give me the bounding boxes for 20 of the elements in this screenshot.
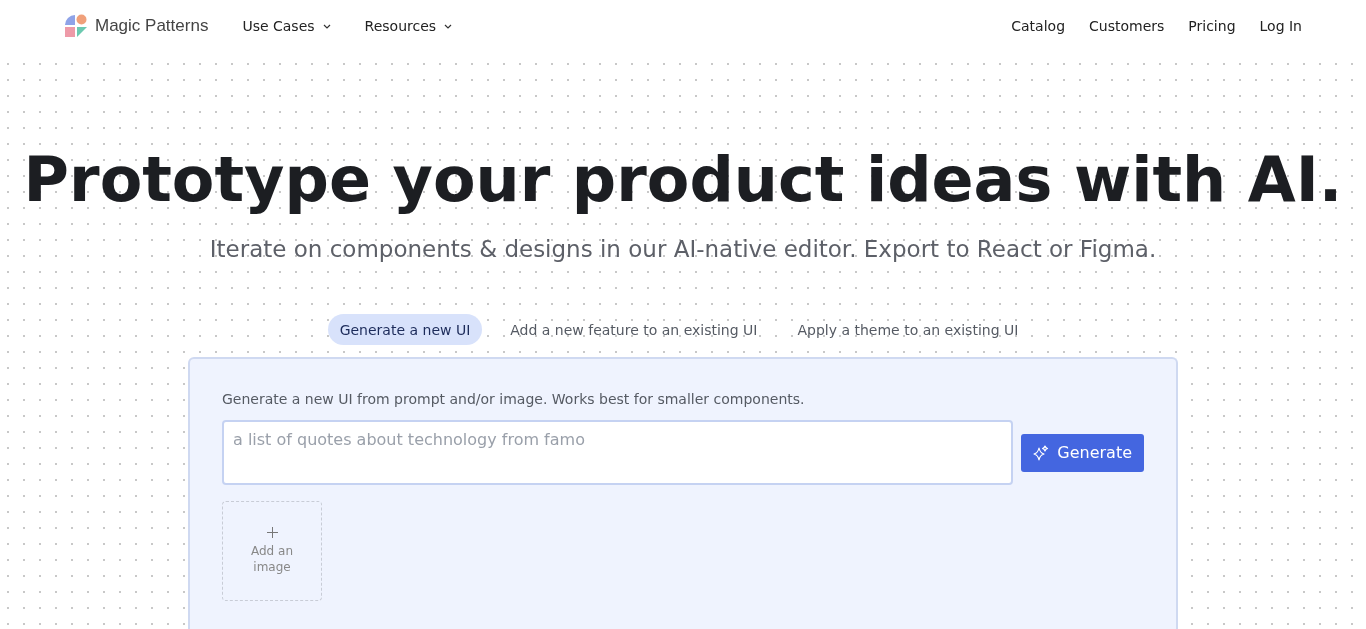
logo-icon [64,14,88,38]
sparkle-icon [1033,444,1050,461]
nav-dropdown-menu[interactable]: Resources [364,18,453,34]
nav-link[interactable]: Log In [1259,18,1302,34]
hero-headline: Prototype your product ideas with AI. [23,144,1343,216]
nav-link[interactable]: Customers [1089,18,1165,34]
chevron-down-icon [444,23,453,29]
nav-link[interactable]: Catalog [1011,18,1065,34]
nav-link[interactable]: Pricing [1188,18,1236,34]
prompt-input-field[interactable]: a list of quotes about technology from famo [222,420,1014,485]
mode-tab[interactable]: Add a new feature to an existing UI [498,314,770,345]
hero-subtitle: Iterate on components & designs in our AI-native editor. Export to React or Figma. [209,236,1157,262]
nav-dropdown-menu[interactable]: Use Cases [242,18,331,34]
plus-icon [266,527,278,538]
generate-button[interactable]: Generate [1021,433,1144,472]
chevron-down-icon [322,23,331,29]
panel-description: Generate a new UI from prompt and/or image. Works best for smaller components. [222,391,806,407]
mode-tab[interactable]: Generate a new UI [327,314,483,345]
brand-logo-link[interactable]: Magic Patterns [64,14,209,38]
mode-tab[interactable]: Apply a theme to an existing UI [785,314,1031,345]
